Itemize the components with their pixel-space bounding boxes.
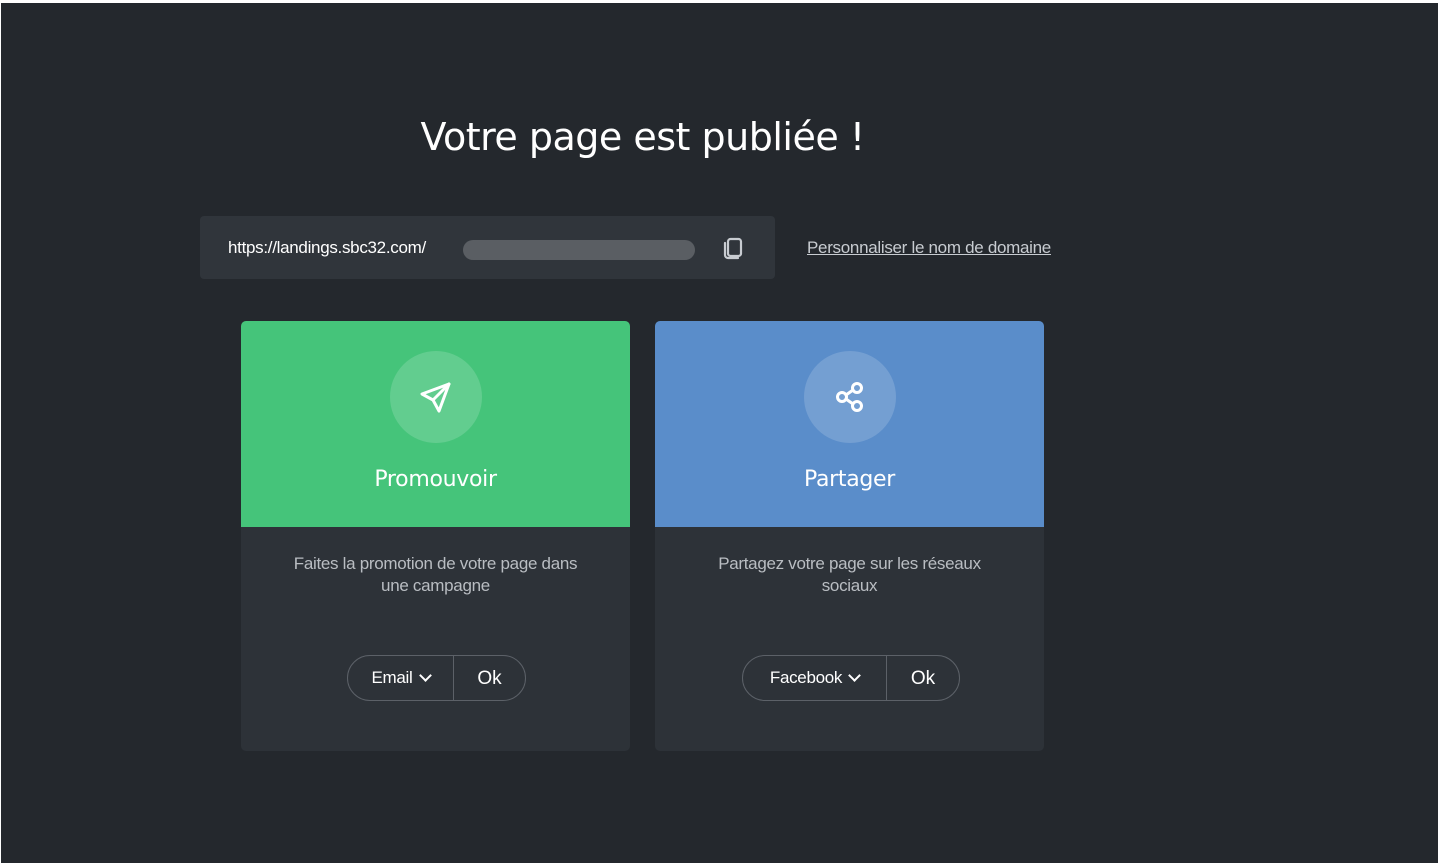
- published-url-text[interactable]: https://landings.sbc32.com/: [228, 238, 426, 258]
- promote-channel-select[interactable]: Email: [348, 656, 454, 700]
- share-icon-circle: [804, 351, 896, 443]
- customize-domain-link[interactable]: Personnaliser le nom de domaine: [807, 238, 1051, 258]
- copy-url-button[interactable]: [717, 233, 747, 263]
- promote-icon-circle: [390, 351, 482, 443]
- copy-icon: [723, 237, 743, 260]
- chevron-down-icon: [848, 669, 861, 682]
- url-redacted-slug: [463, 240, 695, 260]
- share-icon: [836, 382, 863, 412]
- promote-card-header: Promouvoir: [241, 321, 630, 527]
- share-network-value: Facebook: [769, 668, 843, 687]
- promote-card: Promouvoir Faites la promotion de votre …: [241, 321, 630, 751]
- share-card-title: Partager: [803, 467, 896, 492]
- page-title: Votre page est publiée !: [420, 115, 865, 159]
- share-card-header: Partager: [655, 321, 1044, 527]
- promote-card-description: Faites la promotion de votre page dans u…: [293, 554, 578, 595]
- promote-ok-button[interactable]: Ok: [454, 656, 525, 700]
- promote-action-group: Email Ok: [347, 655, 526, 701]
- publish-screen: Votre page est publiée ! https://landing…: [1, 3, 1438, 863]
- published-url-field[interactable]: https://landings.sbc32.com/: [200, 216, 775, 279]
- promote-card-title: Promouvoir: [374, 467, 497, 492]
- promote-channel-value: Email: [371, 668, 413, 687]
- chevron-down-icon: [418, 669, 432, 682]
- share-card-description: Partagez votre page sur les réseaux soci…: [718, 554, 981, 595]
- send-icon: [420, 382, 451, 413]
- share-network-select[interactable]: Facebook: [743, 656, 887, 700]
- share-card: Partager Partagez votre page sur les rés…: [655, 321, 1044, 751]
- share-ok-button[interactable]: Ok: [887, 656, 959, 700]
- share-action-group: Facebook Ok: [742, 655, 960, 701]
